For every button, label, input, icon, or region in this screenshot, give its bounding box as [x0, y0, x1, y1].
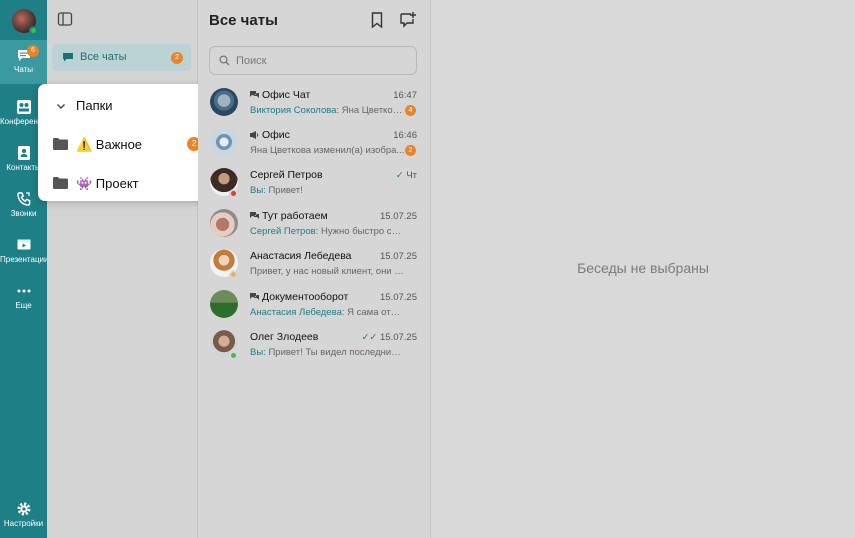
chat-avatar — [210, 88, 238, 116]
chat-preview-text: Яна Цветкова изменил(а) изобра... — [250, 145, 405, 156]
chat-name: Олег Злодеев — [250, 331, 319, 343]
folder-icon — [53, 138, 68, 150]
online-status-dot — [229, 351, 238, 360]
chat-time: 15.07.25 — [380, 251, 417, 262]
user-avatar[interactable] — [12, 9, 38, 35]
chat-time-text: 15.07.25 — [380, 332, 417, 343]
channel-icon — [250, 131, 259, 139]
chat-preview-sender: Вы: — [250, 185, 266, 196]
chat-list-item[interactable]: Офис Чат 16:47 Виктория Соколова: Яна Цв… — [198, 84, 430, 124]
chat-preview-sender: Анастасия Лебедева: — [250, 307, 345, 318]
chat-preview-sender: Вы: — [250, 347, 266, 358]
chat-time: 16:47 — [393, 90, 417, 101]
rail-chats-label: Чаты — [13, 65, 34, 74]
sidebar-toggle-icon[interactable] — [57, 11, 73, 27]
folders-panel: Все чаты 2 — [47, 0, 198, 538]
chat-list-item[interactable]: Документооборот 15.07.25 Анастасия Лебед… — [198, 286, 430, 326]
online-status-dot — [29, 26, 38, 35]
folder-item-project[interactable]: 👾 Проект — [38, 165, 216, 201]
empty-state-text: Беседы не выбраны — [577, 260, 709, 276]
chat-time: 16:46 — [393, 130, 417, 141]
chat-preview-text: Яна Цветков... — [339, 105, 405, 116]
chat-time: ✓✓ 15.07.25 — [361, 332, 417, 343]
folder-item-important[interactable]: ⚠️ Важное 2 — [38, 126, 216, 162]
chat-list-panel: Все чаты Офис Чат 16:47 Виктория Соколов… — [198, 0, 431, 538]
chat-list-item[interactable]: Анастасия Лебедева 15.07.25 Привет, у на… — [198, 245, 430, 285]
folder-item-label: 👾 Проект — [76, 176, 139, 191]
chat-list-item[interactable]: Олег Злодеев ✓✓ 15.07.25 Вы: Привет! Ты … — [198, 326, 430, 366]
conference-icon — [16, 100, 31, 114]
chat-bubble-icon — [63, 53, 73, 62]
search-icon — [219, 55, 230, 66]
folder-icon — [53, 177, 68, 189]
chat-time: 15.07.25 — [380, 211, 417, 222]
rail-chats[interactable]: Чаты 6 — [0, 40, 47, 84]
search-field[interactable] — [209, 46, 417, 75]
rail-more-label: Еще — [15, 301, 32, 310]
chat-list-item[interactable]: Тут работаем 15.07.25 Сергей Петров: Нуж… — [198, 205, 430, 245]
chat-name: Сергей Петров — [250, 169, 323, 181]
rail-settings[interactable]: Настройки — [0, 494, 47, 538]
search-input[interactable] — [236, 52, 406, 70]
rail-more[interactable]: Еще — [0, 276, 47, 320]
chat-name: Офис Чат — [262, 89, 311, 101]
chat-preview-text: Привет! — [265, 185, 303, 196]
chat-time: 15.07.25 — [380, 292, 417, 303]
read-check-icon: ✓ — [395, 170, 407, 181]
unread-badge: 2 — [405, 145, 416, 156]
rail-settings-label: Настройки — [3, 519, 44, 528]
folder-all-chats[interactable]: Все чаты 2 — [52, 44, 191, 71]
chat-list-item[interactable]: Офис 16:46 Яна Цветкова изменил(а) изобр… — [198, 124, 430, 164]
folder-item-label: ⚠️ Важное — [76, 137, 143, 152]
rail-calls-label: Звонки — [10, 209, 37, 218]
double-check-icon: ✓✓ — [361, 332, 381, 343]
group-chat-icon — [250, 293, 259, 300]
new-chat-icon[interactable] — [399, 11, 417, 29]
chat-name: Тут работаем — [262, 210, 328, 222]
folder-all-chats-label: Все чаты — [80, 51, 127, 63]
folders-popup-title: Папки — [76, 98, 113, 113]
chat-avatar — [210, 290, 238, 318]
bookmark-icon[interactable] — [369, 11, 385, 29]
group-chat-icon — [250, 212, 259, 219]
chat-time-text: Чт — [406, 170, 417, 181]
busy-status-dot — [229, 189, 238, 198]
folder-all-chats-badge: 2 — [171, 52, 183, 64]
group-chat-icon — [250, 91, 259, 98]
chat-preview-text: Нужно быстро созво... — [320, 226, 405, 237]
rail-presentations[interactable]: Презентации — [0, 230, 47, 274]
chat-list-item[interactable]: Сергей Петров ✓ Чт Вы: Привет! — [198, 164, 430, 204]
chat-avatar — [210, 128, 238, 156]
folders-popup-header[interactable]: Папки — [38, 87, 216, 123]
phone-icon — [16, 192, 30, 206]
gear-icon — [17, 502, 30, 516]
folders-popup: Папки ⚠️ Важное 2 👾 Проект — [38, 84, 216, 201]
page-title: Все чаты — [209, 12, 278, 29]
chat-time: ✓ Чт — [396, 170, 417, 181]
chat-preview-text: Я сама отправ... — [347, 307, 405, 318]
unread-badge: 4 — [405, 105, 416, 116]
chat-name: Анастасия Лебедева — [250, 250, 352, 262]
more-dots-icon — [17, 289, 30, 293]
chat-name: Документооборот — [262, 291, 349, 303]
chat-preview-sender: Виктория Соколова: — [250, 105, 340, 116]
chat-name: Офис — [262, 129, 290, 141]
chat-preview-text: Привет, у нас новый клиент, они не п... — [250, 266, 405, 277]
chat-preview-sender: Сергей Петров: — [250, 226, 319, 237]
chat-preview-text: Привет! Ты видел последние пра... — [268, 347, 405, 358]
contacts-book-icon — [17, 146, 30, 160]
left-rail: Чаты 6 Конференции Контакты Звонки Презе… — [0, 0, 47, 538]
chevron-down-icon — [57, 104, 65, 109]
chats-unread-badge: 6 — [27, 45, 39, 57]
rail-presentations-label: Презентации — [0, 255, 47, 264]
presentation-icon — [17, 239, 30, 250]
chat-avatar — [210, 209, 238, 237]
